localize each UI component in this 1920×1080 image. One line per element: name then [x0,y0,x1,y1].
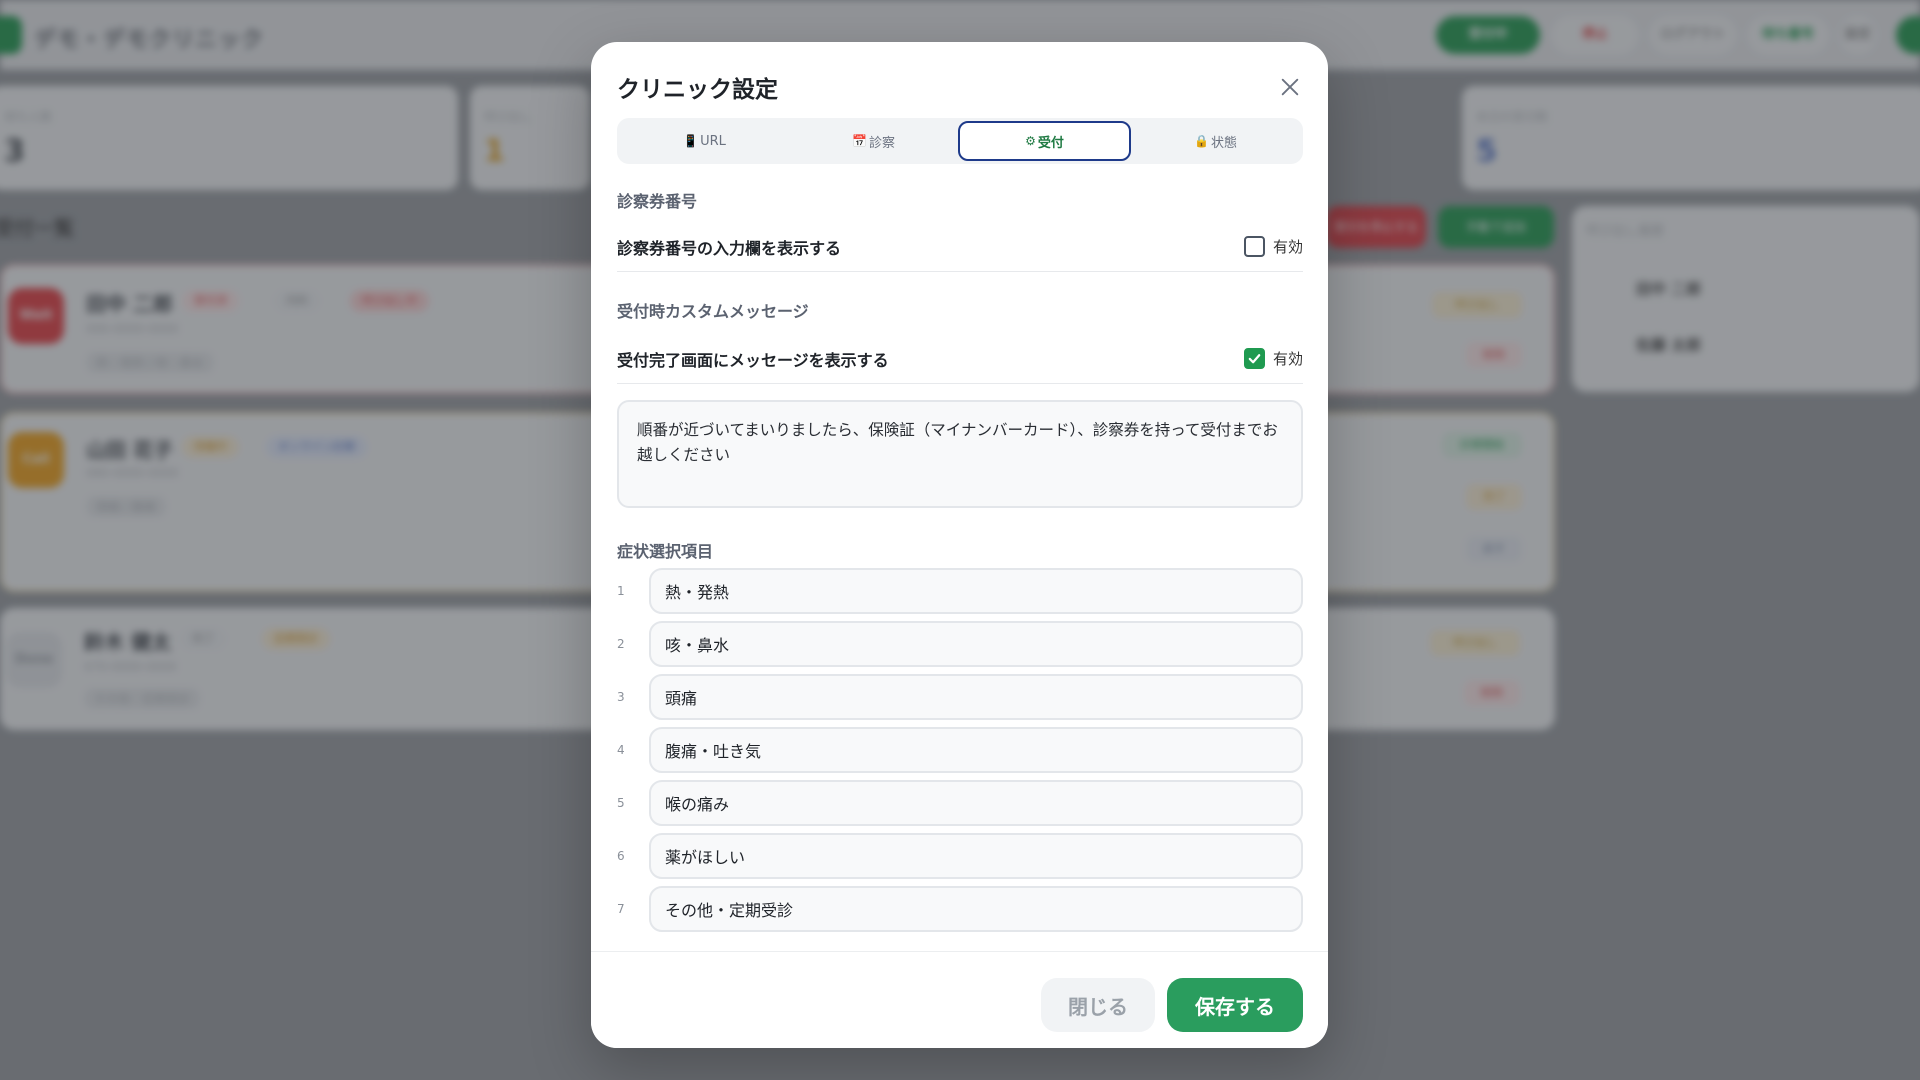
checkmark-icon [1248,354,1261,364]
symptom-item: 2 [617,621,1303,667]
lock-icon: 🔒 [1194,134,1209,148]
dialog-footer: 閉じる 保存する [591,951,1328,1048]
symptom-item: 3 [617,674,1303,720]
symptom-input[interactable] [649,621,1303,667]
ticket-number-setting-label: 診察券番号の入力欄を表示する [617,238,842,258]
custom-message-setting-label: 受付完了画面にメッセージを表示する [617,350,889,370]
tab-url[interactable]: 📱 URL [620,121,789,161]
ticket-number-heading: 診察券番号 [617,192,698,211]
symptom-input[interactable] [649,886,1303,932]
custom-message-textarea[interactable]: 順番が近づいてまいりましたら、保険証（マイナンバーカード）、診察券を持って受付ま… [617,400,1303,508]
symptom-input[interactable] [649,568,1303,614]
symptom-options-heading: 症状選択項目 [617,542,714,561]
tab-reception[interactable]: ⚙ 受付 [958,121,1131,161]
close-dialog-button[interactable]: 閉じる [1041,978,1155,1032]
ticket-number-toggle[interactable]: 有効 [1243,236,1303,257]
close-button[interactable] [1271,68,1309,106]
symptom-item: 1 [617,568,1303,614]
custom-message-setting: 受付完了画面にメッセージを表示する 有効 [617,334,1303,384]
custom-message-checkbox[interactable] [1243,348,1265,369]
symptom-input[interactable] [649,674,1303,720]
gear-icon: ⚙ [1025,134,1036,148]
dialog-title: クリニック設定 [617,77,778,103]
symptom-item: 4 [617,727,1303,773]
symptom-item: 5 [617,780,1303,826]
clinic-settings-dialog: クリニック設定 📱 URL 📅 診察 ⚙ 受付 🔒 状態 診察券番号 診察券番号… [591,42,1328,1048]
settings-tabs: 📱 URL 📅 診察 ⚙ 受付 🔒 状態 [617,118,1303,164]
ticket-number-checkbox[interactable] [1243,236,1265,257]
symptom-input[interactable] [649,780,1303,826]
symptom-input[interactable] [649,833,1303,879]
close-icon [1281,78,1299,96]
ticket-number-setting: 診察券番号の入力欄を表示する 有効 [617,222,1303,272]
save-button[interactable]: 保存する [1167,978,1303,1032]
tab-status[interactable]: 🔒 状態 [1131,121,1300,161]
symptom-item: 6 [617,833,1303,879]
phone-icon: 📱 [683,134,699,148]
tab-consultation[interactable]: 📅 診察 [789,121,958,161]
symptom-item: 7 [617,886,1303,932]
custom-message-toggle[interactable]: 有効 [1243,348,1303,369]
custom-message-heading: 受付時カスタムメッセージ [617,302,809,321]
symptom-input[interactable] [649,727,1303,773]
calendar-icon: 📅 [852,134,867,148]
